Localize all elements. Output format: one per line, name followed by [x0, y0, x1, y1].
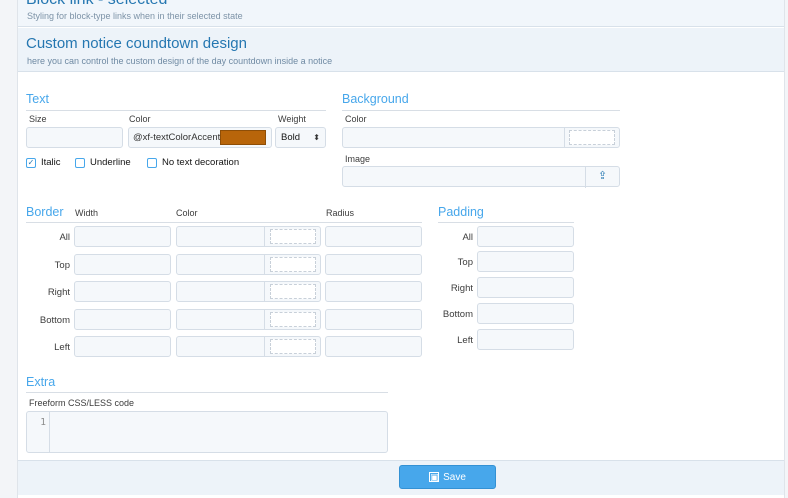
- border-width-label: Width: [75, 208, 99, 218]
- border-left-swatch[interactable]: [270, 339, 316, 354]
- border-left-divider: [264, 337, 265, 356]
- italic-check-icon: ✓: [26, 157, 36, 168]
- text-weight-value: Bold: [281, 132, 301, 143]
- line-number: 1: [40, 417, 46, 428]
- border-top-radius-input[interactable]: [325, 254, 422, 275]
- padding-row-label-right: Right: [450, 283, 473, 294]
- previous-section-title: Block link - selected: [26, 0, 167, 9]
- border-bottom-divider: [264, 310, 265, 329]
- previous-section-subtitle: Styling for block-type links when in the…: [27, 11, 243, 21]
- border-group-rule: [26, 222, 422, 223]
- background-color-label: Color: [345, 114, 367, 124]
- border-top-swatch[interactable]: [270, 257, 316, 272]
- right-scrollbar-edge: [784, 0, 788, 498]
- underline-checkbox[interactable]: Underline: [75, 157, 131, 168]
- save-button[interactable]: ▣ Save: [399, 465, 496, 489]
- background-group-title: Background: [342, 92, 409, 106]
- italic-checkbox[interactable]: ✓ Italic: [26, 157, 61, 168]
- background-color-swatch[interactable]: [569, 130, 615, 145]
- underline-label: Underline: [90, 157, 131, 168]
- padding-row-label-bottom: Bottom: [442, 309, 473, 320]
- background-group-rule: [342, 110, 620, 111]
- border-left-radius-input[interactable]: [325, 336, 422, 357]
- border-all-swatch[interactable]: [270, 229, 316, 244]
- padding-group-title: Padding: [438, 205, 484, 219]
- padding-top-input[interactable]: [477, 251, 574, 272]
- border-top-divider: [264, 255, 265, 274]
- left-gutter: [0, 0, 18, 498]
- italic-label: Italic: [41, 157, 61, 168]
- text-color-swatch[interactable]: [220, 130, 266, 145]
- border-left-width-input[interactable]: [74, 336, 171, 357]
- border-row-label-bottom: Bottom: [39, 315, 70, 326]
- upload-icon[interactable]: ⇪: [585, 167, 619, 188]
- background-color-divider: [564, 128, 565, 147]
- border-row-label-all: All: [59, 232, 70, 243]
- save-label: Save: [443, 471, 466, 483]
- extra-group-rule: [26, 392, 388, 393]
- code-gutter: 1: [27, 412, 50, 452]
- underline-check-box: [75, 157, 85, 168]
- border-all-radius-input[interactable]: [325, 226, 422, 247]
- save-icon: ▣: [429, 472, 440, 482]
- border-group-title: Border: [26, 205, 64, 219]
- section-title: Custom notice coundtown design: [26, 35, 247, 52]
- background-image-input[interactable]: [342, 166, 620, 187]
- freeform-code-editor[interactable]: 1: [26, 411, 388, 453]
- border-top-width-input[interactable]: [74, 254, 171, 275]
- padding-all-input[interactable]: [477, 226, 574, 247]
- padding-row-label-left: Left: [457, 335, 473, 346]
- padding-row-label-top: Top: [457, 257, 473, 268]
- text-size-label: Size: [29, 114, 47, 124]
- border-bottom-width-input[interactable]: [74, 309, 171, 330]
- border-bottom-swatch[interactable]: [270, 312, 316, 327]
- no-decoration-label: No text decoration: [162, 157, 240, 168]
- padding-group-rule: [438, 222, 574, 223]
- border-row-label-right: Right: [47, 287, 70, 298]
- select-arrows-icon: ⬍: [313, 133, 320, 142]
- border-right-divider: [264, 282, 265, 301]
- text-color-value: @xf-textColorAccent: [133, 132, 221, 143]
- border-bottom-radius-input[interactable]: [325, 309, 422, 330]
- text-weight-select[interactable]: Bold ⬍: [275, 127, 326, 148]
- border-all-width-input[interactable]: [74, 226, 171, 247]
- border-color-label: Color: [176, 208, 198, 218]
- freeform-code-label: Freeform CSS/LESS code: [29, 398, 135, 408]
- extra-group-title: Extra: [26, 375, 56, 389]
- border-row-label-top: Top: [54, 260, 70, 271]
- text-group-rule: [26, 110, 326, 111]
- padding-bottom-input[interactable]: [477, 303, 574, 324]
- padding-row-label-all: All: [462, 232, 473, 243]
- text-size-input[interactable]: [26, 127, 123, 148]
- padding-right-input[interactable]: [477, 277, 574, 298]
- previous-section-header: Block link - selected Styling for block-…: [18, 0, 784, 27]
- no-decoration-check-box: [147, 157, 157, 168]
- border-radius-label: Radius: [326, 208, 355, 218]
- padding-left-input[interactable]: [477, 329, 574, 350]
- border-right-width-input[interactable]: [74, 281, 171, 302]
- section-header: Custom notice coundtown design here you …: [18, 28, 784, 72]
- form-footer: ▣ Save: [18, 460, 784, 495]
- text-color-label: Color: [129, 114, 151, 124]
- border-row-label-left: Left: [54, 342, 70, 353]
- section-subtitle: here you can control the custom design o…: [27, 56, 333, 66]
- text-weight-label: Weight: [278, 114, 306, 124]
- no-decoration-checkbox[interactable]: No text decoration: [147, 157, 239, 168]
- style-properties-panel: Block link - selected Styling for block-…: [18, 0, 784, 498]
- background-image-label: Image: [345, 154, 371, 164]
- border-right-swatch[interactable]: [270, 284, 316, 299]
- border-right-radius-input[interactable]: [325, 281, 422, 302]
- border-all-divider: [264, 227, 265, 246]
- text-group-title: Text: [26, 92, 49, 106]
